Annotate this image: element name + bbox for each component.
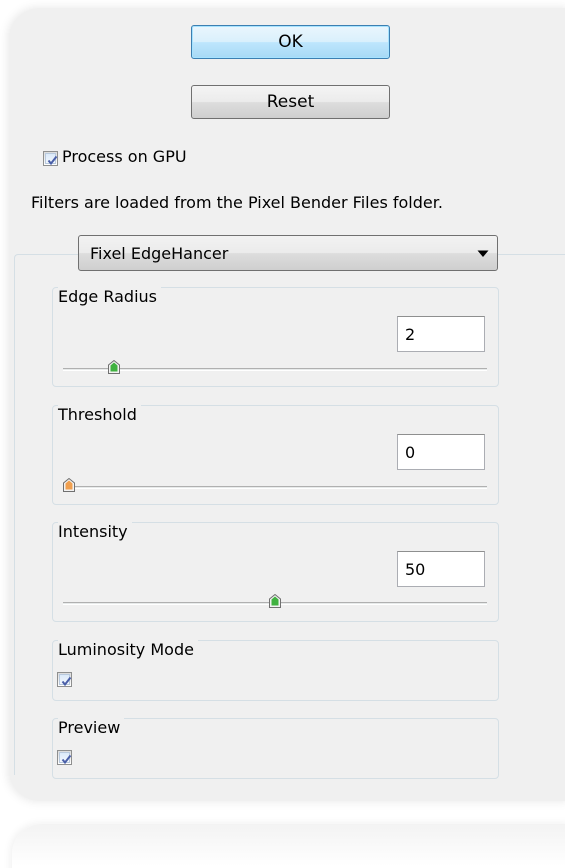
threshold-label: Threshold xyxy=(58,405,141,424)
filter-select[interactable]: Fixel EdgeHancer xyxy=(78,235,498,271)
intensity-slider-thumb[interactable] xyxy=(269,594,281,608)
edge-radius-slider[interactable] xyxy=(63,360,487,374)
filter-select-value: Fixel EdgeHancer xyxy=(90,244,229,263)
checkmark-icon xyxy=(47,155,58,166)
luminosity-mode-group: Luminosity Mode xyxy=(52,640,499,701)
dialog-page: OK Reset Process on GPU Filters are load… xyxy=(0,0,565,868)
panel-reflection xyxy=(12,824,565,868)
intensity-label: Intensity xyxy=(58,522,132,541)
threshold-group: Threshold xyxy=(52,405,499,505)
chevron-down-icon xyxy=(477,250,489,257)
threshold-slider-thumb[interactable] xyxy=(63,478,75,492)
preview-group: Preview xyxy=(52,718,499,779)
preview-checkbox[interactable] xyxy=(57,750,72,765)
checkbox-face xyxy=(59,752,72,765)
intensity-input[interactable] xyxy=(397,551,485,587)
edge-radius-group: Edge Radius xyxy=(52,287,499,387)
checkbox-face xyxy=(59,674,72,687)
threshold-input[interactable] xyxy=(397,434,485,470)
checkbox-face xyxy=(45,153,58,166)
intensity-slider[interactable] xyxy=(63,594,487,608)
intensity-group: Intensity xyxy=(52,522,499,622)
edge-radius-label: Edge Radius xyxy=(58,287,161,306)
checkmark-icon xyxy=(61,754,72,765)
slider-thumb-icon xyxy=(63,478,75,492)
luminosity-mode-label: Luminosity Mode xyxy=(58,640,198,659)
slider-thumb-icon xyxy=(269,594,281,608)
threshold-slider[interactable] xyxy=(63,478,487,492)
edge-radius-slider-thumb[interactable] xyxy=(108,360,120,374)
process-on-gpu-checkbox[interactable] xyxy=(43,151,58,166)
preview-label: Preview xyxy=(58,718,125,737)
filters-info-text: Filters are loaded from the Pixel Bender… xyxy=(31,193,443,212)
ok-button[interactable]: OK xyxy=(191,25,390,59)
reset-button[interactable]: Reset xyxy=(191,85,390,119)
edge-radius-input[interactable] xyxy=(397,316,485,352)
slider-thumb-icon xyxy=(108,360,120,374)
luminosity-mode-checkbox[interactable] xyxy=(57,672,72,687)
checkmark-icon xyxy=(61,676,72,687)
process-on-gpu-label[interactable]: Process on GPU xyxy=(62,147,187,166)
